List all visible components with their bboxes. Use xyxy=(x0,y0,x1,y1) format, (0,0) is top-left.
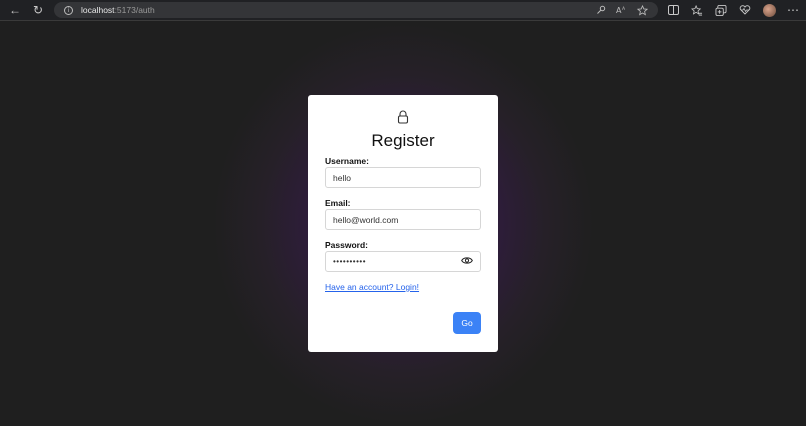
url-host: localhost xyxy=(81,5,115,15)
email-input[interactable] xyxy=(325,209,481,230)
profile-button[interactable] xyxy=(760,1,778,19)
browser-toolbar: ⋯ xyxy=(664,1,802,19)
heart-icon[interactable] xyxy=(736,1,754,19)
email-label: Email: xyxy=(325,198,351,208)
svg-text:A: A xyxy=(622,6,626,12)
auth-page: Register Username: Email: Password: Have… xyxy=(0,21,806,426)
profile-avatar xyxy=(762,3,776,17)
collections-icon[interactable] xyxy=(712,1,730,19)
browser-chrome: ← ↻ i localhost:5173/auth A A ⋯ xyxy=(0,0,806,20)
register-card: Register Username: Email: Password: Have… xyxy=(308,95,498,352)
password-label: Password: xyxy=(325,240,368,250)
read-aloud-icon[interactable]: A A xyxy=(616,5,627,15)
favorite-star-icon[interactable] xyxy=(637,4,648,16)
site-info-icon[interactable]: i xyxy=(64,5,73,15)
key-icon[interactable] xyxy=(596,5,606,15)
username-label: Username: xyxy=(325,156,369,166)
eye-icon[interactable] xyxy=(461,256,473,265)
favorites-icon[interactable] xyxy=(688,1,706,19)
url-path: :5173/auth xyxy=(114,5,155,15)
lock-icon xyxy=(397,110,409,124)
more-icon[interactable]: ⋯ xyxy=(784,1,802,19)
page-title: Register xyxy=(371,131,435,150)
split-screen-icon[interactable] xyxy=(664,1,682,19)
back-arrow-icon[interactable]: ← xyxy=(6,1,24,19)
reload-icon[interactable]: ↻ xyxy=(29,1,47,19)
password-input[interactable] xyxy=(325,251,481,272)
address-bar[interactable]: i localhost:5173/auth A A xyxy=(54,2,658,18)
login-link[interactable]: Have an account? Login! xyxy=(325,282,419,292)
go-button[interactable]: Go xyxy=(453,312,481,334)
username-input[interactable] xyxy=(325,167,481,188)
address-bar-actions: A A xyxy=(596,2,648,18)
